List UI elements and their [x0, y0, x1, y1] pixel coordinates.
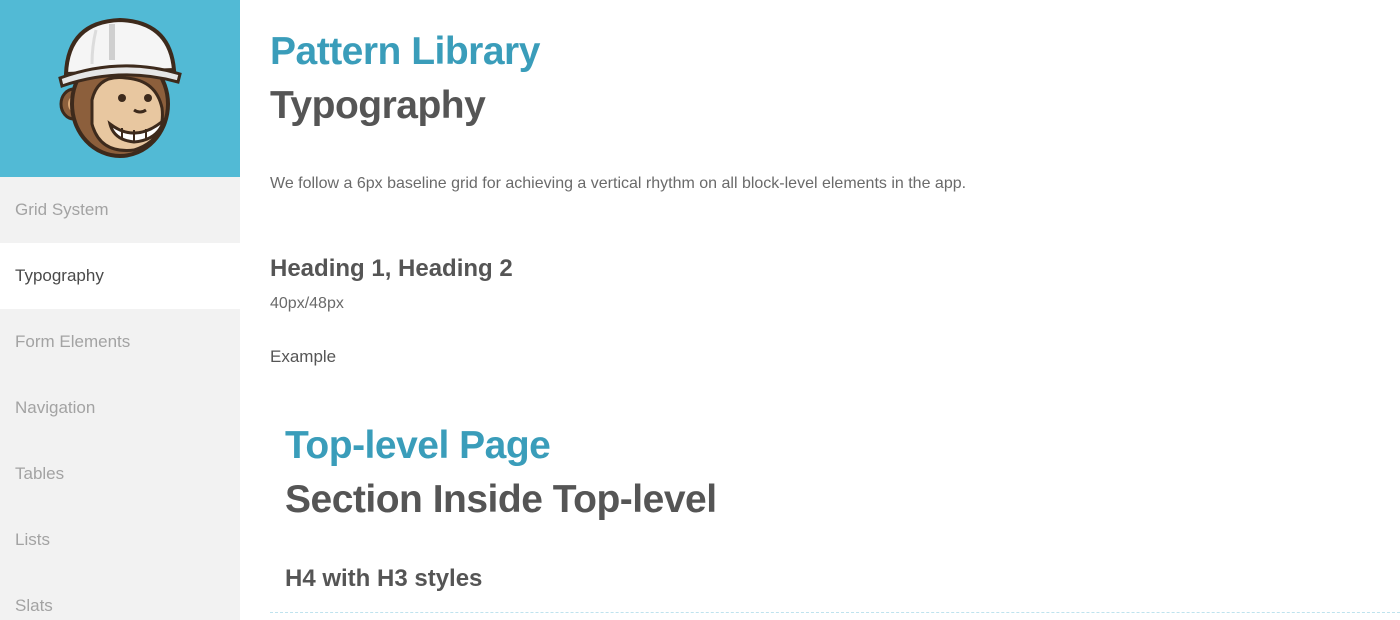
example-heading-2: Section Inside Top-level: [285, 478, 717, 521]
sidebar-item-navigation[interactable]: Navigation: [0, 375, 240, 441]
sidebar-item-grid-system[interactable]: Grid System: [0, 177, 240, 243]
size-spec: 40px/48px: [270, 295, 344, 312]
sidebar-item-lists[interactable]: Lists: [0, 507, 240, 573]
dashed-divider: [270, 612, 1400, 613]
page-subtitle: Typography: [270, 84, 486, 127]
sidebar: Grid System Typography Form Elements Nav…: [0, 0, 240, 620]
freddie-monkey-hardhat-logo-icon: [58, 17, 182, 158]
app: Grid System Typography Form Elements Nav…: [0, 0, 1400, 620]
sidebar-nav: Grid System Typography Form Elements Nav…: [0, 177, 240, 620]
example-heading-4: H4 with H3 styles: [285, 565, 483, 592]
sidebar-item-form-elements[interactable]: Form Elements: [0, 309, 240, 375]
sidebar-item-typography[interactable]: Typography: [0, 243, 240, 309]
page-title: Pattern Library: [270, 30, 540, 73]
intro-text: We follow a 6px baseline grid for achiev…: [270, 175, 967, 192]
sidebar-item-slats[interactable]: Slats: [0, 573, 240, 620]
sidebar-item-tables[interactable]: Tables: [0, 441, 240, 507]
main-content: Pattern Library Typography We follow a 6…: [270, 0, 1400, 620]
example-heading-1: Top-level Page: [285, 424, 551, 467]
example-label: Example: [270, 347, 337, 366]
logo-area[interactable]: [0, 0, 240, 177]
heading-spec-title: Heading 1, Heading 2: [270, 255, 513, 282]
